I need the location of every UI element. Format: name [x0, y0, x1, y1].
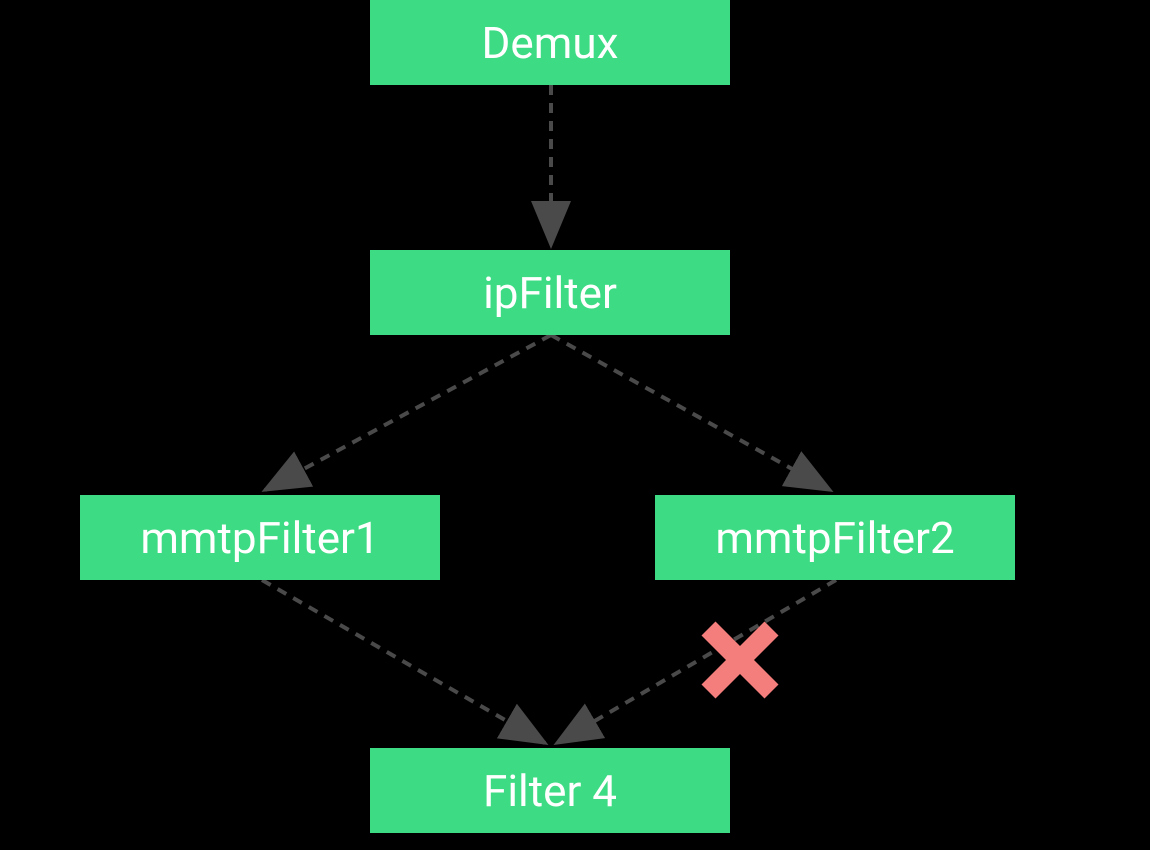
node-filter4-label: Filter 4	[483, 765, 617, 817]
edge-ipfilter-mmtpfilter1	[265, 335, 551, 490]
node-filter4: Filter 4	[370, 748, 730, 833]
node-mmtpfilter2: mmtpFilter2	[655, 495, 1015, 580]
cross-icon	[695, 615, 785, 705]
node-mmtpfilter1: mmtpFilter1	[80, 495, 440, 580]
node-mmtpfilter2-label: mmtpFilter2	[715, 512, 954, 564]
diagram-container: Demux ipFilter mmtpFilter1 mmtpFilter2 F…	[0, 0, 1150, 850]
edges-layer	[0, 0, 1150, 850]
edge-ipfilter-mmtpfilter2	[551, 335, 830, 490]
node-ipfilter-label: ipFilter	[483, 267, 617, 319]
edge-mmtpfilter1-filter4	[262, 580, 545, 743]
node-mmtpfilter1-label: mmtpFilter1	[140, 512, 379, 564]
node-demux-label: Demux	[482, 17, 619, 69]
node-ipfilter: ipFilter	[370, 250, 730, 335]
node-demux: Demux	[370, 0, 730, 85]
